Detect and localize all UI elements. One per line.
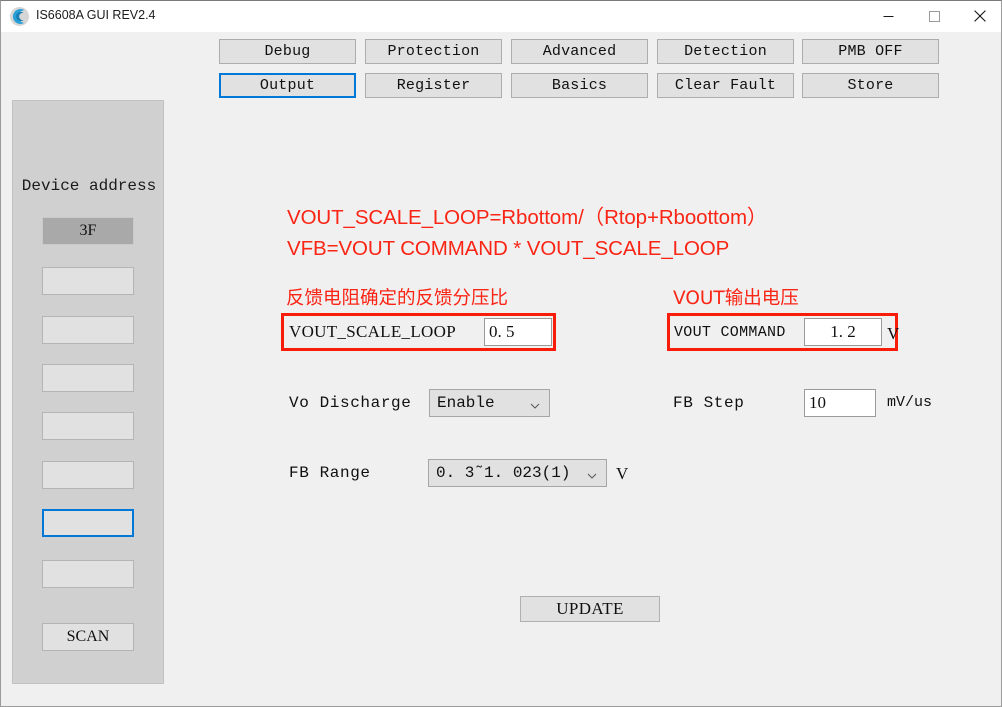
- maximize-icon: [928, 10, 940, 22]
- input-vout-scale-loop[interactable]: [484, 318, 552, 346]
- dropdown-fb-range[interactable]: 0. 3˜1. 023(1): [428, 459, 607, 487]
- client-area: Debug Protection Advanced Detection PMB …: [1, 32, 1001, 706]
- device-slot-0[interactable]: 3F: [42, 217, 134, 245]
- chevron-down-icon: [530, 398, 540, 409]
- formula-vfb: VFB=VOUT COMMAND * VOUT_SCALE_LOOP: [287, 237, 730, 260]
- maximize-button[interactable]: [911, 1, 957, 31]
- tab-detection[interactable]: Detection: [657, 39, 794, 64]
- device-slot-1[interactable]: [42, 267, 134, 295]
- close-button[interactable]: [957, 1, 1002, 31]
- device-slot-2[interactable]: [42, 316, 134, 344]
- unit-vout-command: V: [887, 324, 900, 343]
- unit-fb-range: V: [616, 464, 629, 483]
- chevron-down-icon: [587, 468, 597, 479]
- device-slot-6[interactable]: [42, 509, 134, 537]
- input-vout-command[interactable]: [804, 318, 882, 346]
- caption-feedback-divider-ratio: 反馈电阻确定的反馈分压比: [286, 288, 509, 309]
- app-swoosh-icon: [10, 7, 29, 26]
- tab-store[interactable]: Store: [802, 73, 939, 98]
- label-vout-command: VOUT COMMAND: [674, 324, 786, 341]
- title-bar: IS6608A GUI REV2.4: [1, 1, 1001, 32]
- caption-vout-voltage: VOUT输出电压: [673, 288, 799, 309]
- tab-protection[interactable]: Protection: [365, 39, 502, 64]
- application-window: IS6608A GUI REV2.4 Debug Protection Adva…: [0, 0, 1002, 707]
- tab-pmb-off[interactable]: PMB OFF: [802, 39, 939, 64]
- tab-debug[interactable]: Debug: [219, 39, 356, 64]
- dropdown-fb-range-value: 0. 3˜1. 023(1): [436, 464, 571, 482]
- tab-clear-fault[interactable]: Clear Fault: [657, 73, 794, 98]
- update-button[interactable]: UPDATE: [520, 596, 660, 622]
- minimize-icon: [883, 15, 893, 17]
- minimize-button[interactable]: [865, 1, 911, 31]
- label-vo-discharge: Vo Discharge: [289, 394, 412, 412]
- close-icon: [974, 10, 986, 22]
- device-address-panel: Device address 3F SCAN: [12, 100, 164, 684]
- dropdown-vo-discharge-value: Enable: [437, 394, 495, 412]
- device-address-heading: Device address: [21, 177, 157, 195]
- dropdown-vo-discharge[interactable]: Enable: [429, 389, 550, 417]
- formula-vout-scale-loop: VOUT_SCALE_LOOP=Rbottom/（Rtop+Rboottom）: [287, 206, 768, 229]
- tab-button-bar: Debug Protection Advanced Detection PMB …: [1, 32, 1001, 102]
- label-fb-step: FB Step: [673, 394, 745, 412]
- scan-button[interactable]: SCAN: [42, 623, 134, 651]
- label-fb-range: FB Range: [289, 464, 371, 482]
- device-slot-7[interactable]: [42, 560, 134, 588]
- input-fb-step[interactable]: [804, 389, 876, 417]
- tab-register[interactable]: Register: [365, 73, 502, 98]
- window-title: IS6608A GUI REV2.4: [36, 8, 156, 22]
- device-slot-5[interactable]: [42, 461, 134, 489]
- unit-fb-step: mV/us: [887, 394, 933, 411]
- device-slot-4[interactable]: [42, 412, 134, 440]
- tab-output[interactable]: Output: [219, 73, 356, 98]
- tab-basics[interactable]: Basics: [511, 73, 648, 98]
- device-slot-3[interactable]: [42, 364, 134, 392]
- label-vout-scale-loop: VOUT_SCALE_LOOP: [289, 322, 456, 341]
- tab-advanced[interactable]: Advanced: [511, 39, 648, 64]
